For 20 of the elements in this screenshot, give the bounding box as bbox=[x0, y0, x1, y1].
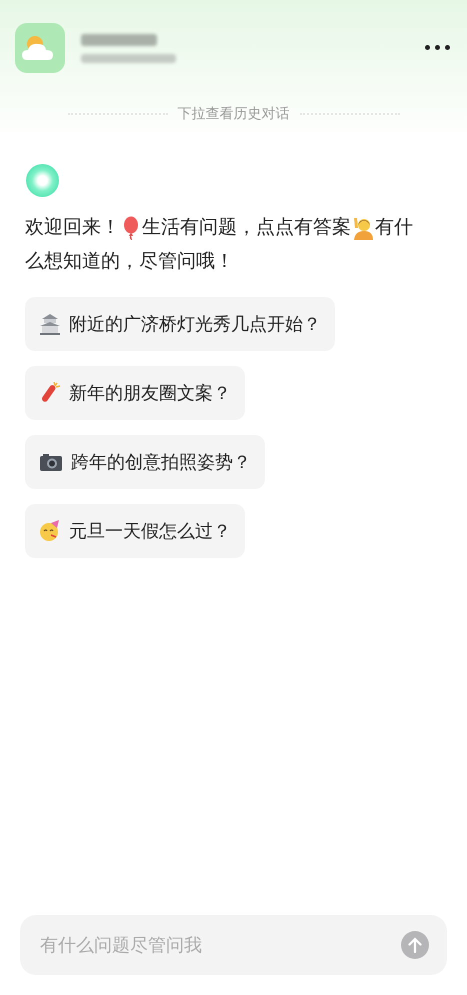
welcome-text: 欢迎回来！ bbox=[25, 216, 120, 240]
firecracker-icon bbox=[39, 382, 61, 404]
party-face-icon bbox=[39, 520, 61, 542]
suggestion-chip[interactable]: 跨年的创意拍照姿势？ bbox=[25, 435, 265, 489]
suggestion-chip[interactable]: 元旦一天假怎么过？ bbox=[25, 504, 245, 558]
pagoda-icon bbox=[39, 313, 61, 335]
suggestion-chip[interactable]: 新年的朋友圈文案？ bbox=[25, 366, 245, 420]
weather-app-icon[interactable] bbox=[15, 22, 65, 72]
up-arrow-icon bbox=[408, 937, 422, 953]
camera-icon bbox=[39, 451, 63, 473]
welcome-text: 有什 bbox=[375, 216, 413, 240]
send-button[interactable] bbox=[401, 931, 429, 959]
welcome-text: 生活有问题，点点有答案 bbox=[142, 216, 351, 240]
message-input[interactable]: 有什么问题尽管问我 bbox=[40, 932, 401, 958]
assistant-avatar bbox=[26, 164, 59, 197]
input-bar[interactable]: 有什么问题尽管问我 bbox=[20, 915, 447, 975]
balloon-icon bbox=[122, 216, 140, 240]
welcome-text: 么想知道的，尽管问哦！ bbox=[25, 250, 234, 274]
person-icon bbox=[352, 216, 374, 240]
suggestion-chip[interactable]: 附近的广济桥灯光秀几点开始？ bbox=[25, 297, 335, 351]
